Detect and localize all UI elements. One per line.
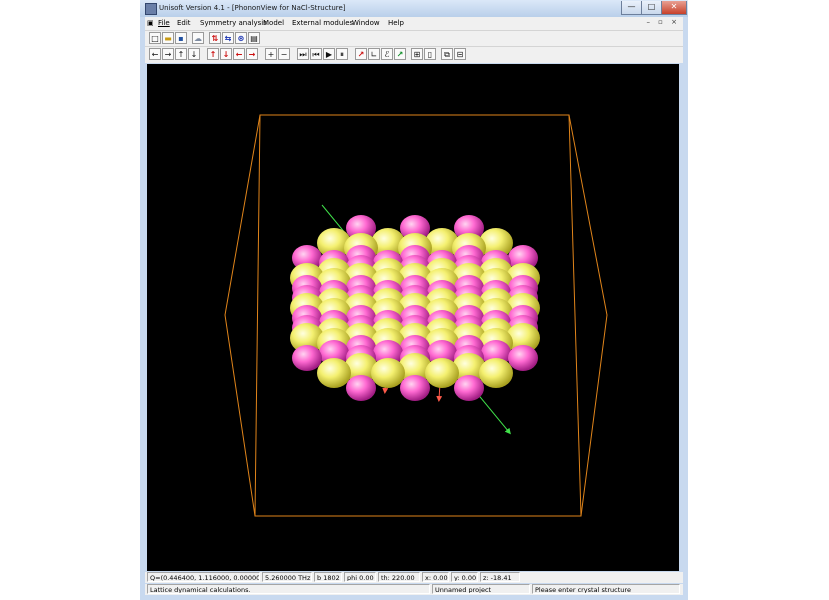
cloud-icon[interactable]: ☁	[192, 32, 204, 44]
na-atom	[346, 375, 376, 401]
mdi-child-controls[interactable]: – ▫ ×	[646, 18, 680, 26]
red-arrows-icon[interactable]: ⇅	[209, 32, 221, 44]
menu-window[interactable]: Window	[352, 19, 380, 27]
zoom-out-button[interactable]: −	[278, 48, 290, 60]
document-icon[interactable]: ▤	[248, 32, 260, 44]
phonon-down-button[interactable]: ↓	[220, 48, 232, 60]
status-bar-values: Q=(0.446400, 1.116000, 0.000000) 5.26000…	[145, 572, 683, 583]
application-window: Unisoft Version 4.1 - [PhononView for Na…	[140, 0, 688, 600]
na-atom	[292, 345, 322, 371]
pause-icon[interactable]: ⏸	[336, 48, 348, 60]
cl-atom	[479, 358, 513, 388]
main-toolbar: □ ▬ ▪ ☁ ⇅ ⇆ ⊛ ▤	[145, 30, 683, 46]
status-bar-messages: Lattice dynamical calculations. Unnamed …	[145, 584, 683, 595]
skip-back-icon[interactable]: ⏮	[310, 48, 322, 60]
view-toolbar: ← → ↑ ↓ ↑ ↓ ← → + − ⏭ ⏮ ▶ ⏸ ↗ ∟ ℰ ↗ ⊞ ▯ …	[145, 46, 683, 63]
mdi-child-icon[interactable]: ▣	[147, 19, 154, 27]
move-up-button[interactable]: ↑	[175, 48, 187, 60]
close-button[interactable]: ✕	[661, 1, 687, 15]
grid-tool-icon[interactable]: ⊞	[411, 48, 423, 60]
move-left-button[interactable]: ←	[149, 48, 161, 60]
layout-tool-icon[interactable]: ⊟	[454, 48, 466, 60]
atom-icon[interactable]: ⊛	[235, 32, 247, 44]
play-icon[interactable]: ▶	[323, 48, 335, 60]
phonon-left-button[interactable]: ←	[233, 48, 245, 60]
maximize-button[interactable]: □	[641, 1, 662, 15]
atoms-layer	[290, 215, 540, 401]
b-readout: b 1802	[314, 572, 342, 582]
x-readout: x: 0.00	[422, 572, 449, 582]
na-atom	[400, 375, 430, 401]
menu-bar: ▣ File Edit Symmetry analysis Model Exte…	[145, 17, 683, 30]
y-readout: y: 0.00	[451, 572, 478, 582]
rotate-icon[interactable]: ⇆	[222, 32, 234, 44]
na-atom	[508, 345, 538, 371]
arrow-tool-icon[interactable]: ↗	[394, 48, 406, 60]
copy-tool-icon[interactable]: ⧉	[441, 48, 453, 60]
panel-tool-icon[interactable]: ▯	[424, 48, 436, 60]
angle-tool-icon[interactable]: ∟	[368, 48, 380, 60]
unit-cell-left-edge	[224, 114, 261, 517]
phonon-up-button[interactable]: ↑	[207, 48, 219, 60]
status-hint: Please enter crystal structure	[532, 584, 680, 594]
project-name: Unnamed project	[432, 584, 530, 594]
menu-file[interactable]: File	[158, 19, 170, 27]
phonon-right-button[interactable]: →	[246, 48, 258, 60]
crystal-scene	[224, 114, 608, 517]
menu-help[interactable]: Help	[388, 19, 404, 27]
cl-atom	[371, 358, 405, 388]
move-right-button[interactable]: →	[162, 48, 174, 60]
menu-edit[interactable]: Edit	[177, 19, 191, 27]
phi-readout: phi 0.00	[344, 572, 376, 582]
menu-external-modules[interactable]: External modules	[292, 19, 353, 27]
3d-phonon-viewport[interactable]	[147, 64, 679, 571]
save-icon[interactable]: ▪	[175, 32, 187, 44]
window-title: Unisoft Version 4.1 - [PhononView for Na…	[159, 4, 346, 12]
theta-readout: th: 220.00	[378, 572, 420, 582]
q-vector-readout: Q=(0.446400, 1.116000, 0.000000)	[147, 572, 260, 582]
z-readout: z: -18.41	[480, 572, 520, 582]
menu-model[interactable]: Model	[263, 19, 284, 27]
minimize-button[interactable]: —	[621, 1, 642, 15]
new-file-icon[interactable]: □	[149, 32, 161, 44]
vector-tool-icon[interactable]: ↗	[355, 48, 367, 60]
skip-forward-icon[interactable]: ⏭	[297, 48, 309, 60]
cl-atom	[425, 358, 459, 388]
zoom-in-button[interactable]: +	[265, 48, 277, 60]
cl-atom	[317, 358, 351, 388]
na-atom	[454, 375, 484, 401]
title-bar[interactable]: Unisoft Version 4.1 - [PhononView for Na…	[140, 0, 688, 17]
status-message: Lattice dynamical calculations.	[147, 584, 430, 594]
app-icon	[145, 3, 157, 15]
energy-tool-icon[interactable]: ℰ	[381, 48, 393, 60]
frequency-readout: 5.260000 THz	[262, 572, 312, 582]
move-down-button[interactable]: ↓	[188, 48, 200, 60]
open-folder-icon[interactable]: ▬	[162, 32, 174, 44]
menu-symmetry-analysis[interactable]: Symmetry analysis	[200, 19, 267, 27]
